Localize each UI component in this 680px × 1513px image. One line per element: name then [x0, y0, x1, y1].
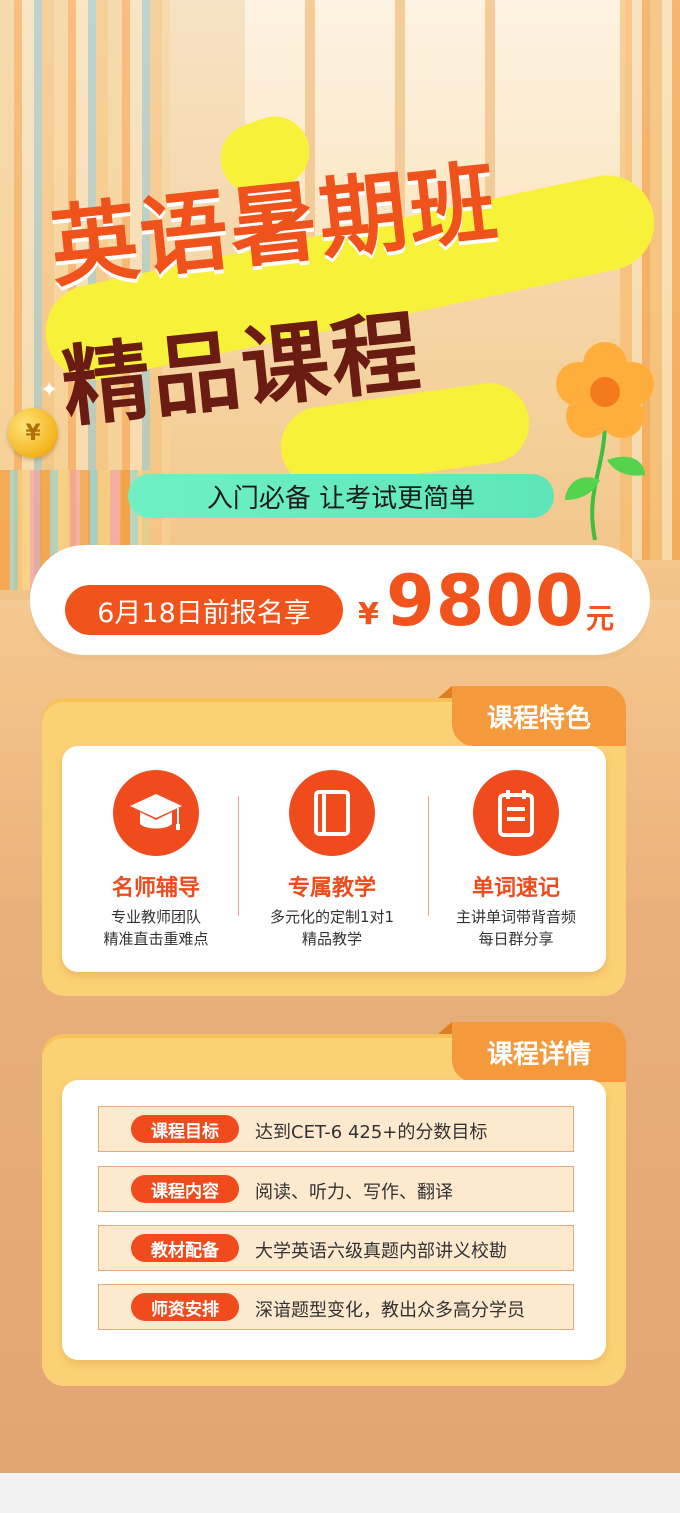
graduation-cap-icon: [113, 770, 199, 856]
detail-row: 课程内容 阅读、听力、写作、翻译: [98, 1166, 574, 1212]
feature-desc-line: 主讲单词带背音频: [455, 908, 576, 926]
currency-symbol: ¥: [358, 597, 379, 632]
detail-row: 师资安排 深谙题型变化，教出众多高分学员: [98, 1284, 574, 1330]
feature-desc-line: 多元化的定制1对1: [269, 908, 395, 926]
feature-title: 专属教学: [287, 876, 376, 901]
feature-item: 单词速记 主讲单词带背音频 每日群分享: [422, 746, 610, 972]
details-panel: 课程目标 达到CET-6 425+的分数目标 课程内容 阅读、听力、写作、翻译 …: [62, 1080, 606, 1360]
sparkle-icon: ✦: [40, 378, 59, 403]
feature-description: 主讲单词带背音频 每日群分享: [422, 906, 610, 950]
detail-row: 教材配备 大学英语六级真题内部讲义校勘: [98, 1225, 574, 1271]
subtitle-banner: 入门必备 让考试更简单: [128, 474, 554, 518]
detail-text: 阅读、听力、写作、翻译: [255, 1182, 453, 1203]
poster: 英语暑期班 精品课程 ✦ ¥ 入门必备 让考试更简单 6月18日前报名享 ¥ 9…: [0, 0, 680, 1473]
features-card: 课程特色 名师辅导 专业教师团队 精准直击重难点 专属教学 多元化的定制1对1 …: [42, 686, 626, 996]
feature-title: 名师辅导: [111, 876, 200, 901]
feature-item: 名师辅导 专业教师团队 精准直击重难点: [62, 746, 250, 972]
coin-icon: ¥: [8, 408, 58, 458]
detail-label: 课程目标: [131, 1115, 239, 1143]
feature-title: 单词速记: [471, 876, 560, 901]
feature-desc-line: 每日群分享: [478, 930, 554, 948]
detail-row: 课程目标 达到CET-6 425+的分数目标: [98, 1106, 574, 1152]
feature-item: 专属教学 多元化的定制1对1 精品教学: [238, 746, 426, 972]
details-card: 课程详情 课程目标 达到CET-6 425+的分数目标 课程内容 阅读、听力、写…: [42, 1022, 626, 1386]
feature-desc-line: 精准直击重难点: [103, 930, 209, 948]
coin-symbol: ¥: [25, 420, 41, 446]
features-tab: 课程特色: [438, 686, 626, 746]
clipboard-icon: [473, 770, 559, 856]
detail-label: 师资安排: [131, 1293, 239, 1321]
price-unit: 元: [586, 602, 615, 635]
flower-icon: [556, 342, 654, 540]
detail-text: 大学英语六级真题内部讲义校勘: [255, 1241, 507, 1262]
feature-desc-line: 精品教学: [301, 930, 362, 948]
detail-label: 教材配备: [131, 1234, 239, 1262]
deadline-badge: 6月18日前报名享: [65, 585, 343, 635]
detail-text: 深谙题型变化，教出众多高分学员: [255, 1300, 525, 1321]
details-tab: 课程详情: [438, 1022, 626, 1082]
feature-description: 专业教师团队 精准直击重难点: [62, 906, 250, 950]
feature-desc-line: 专业教师团队: [110, 908, 201, 926]
features-panel: 名师辅导 专业教师团队 精准直击重难点 专属教学 多元化的定制1对1 精品教学 …: [62, 746, 606, 972]
detail-label: 课程内容: [131, 1175, 239, 1203]
detail-text: 达到CET-6 425+的分数目标: [255, 1122, 488, 1143]
book-icon: [289, 770, 375, 856]
price-amount: 9800: [386, 560, 585, 642]
feature-description: 多元化的定制1对1 精品教学: [238, 906, 426, 950]
page-bottom-margin: [0, 1473, 680, 1513]
